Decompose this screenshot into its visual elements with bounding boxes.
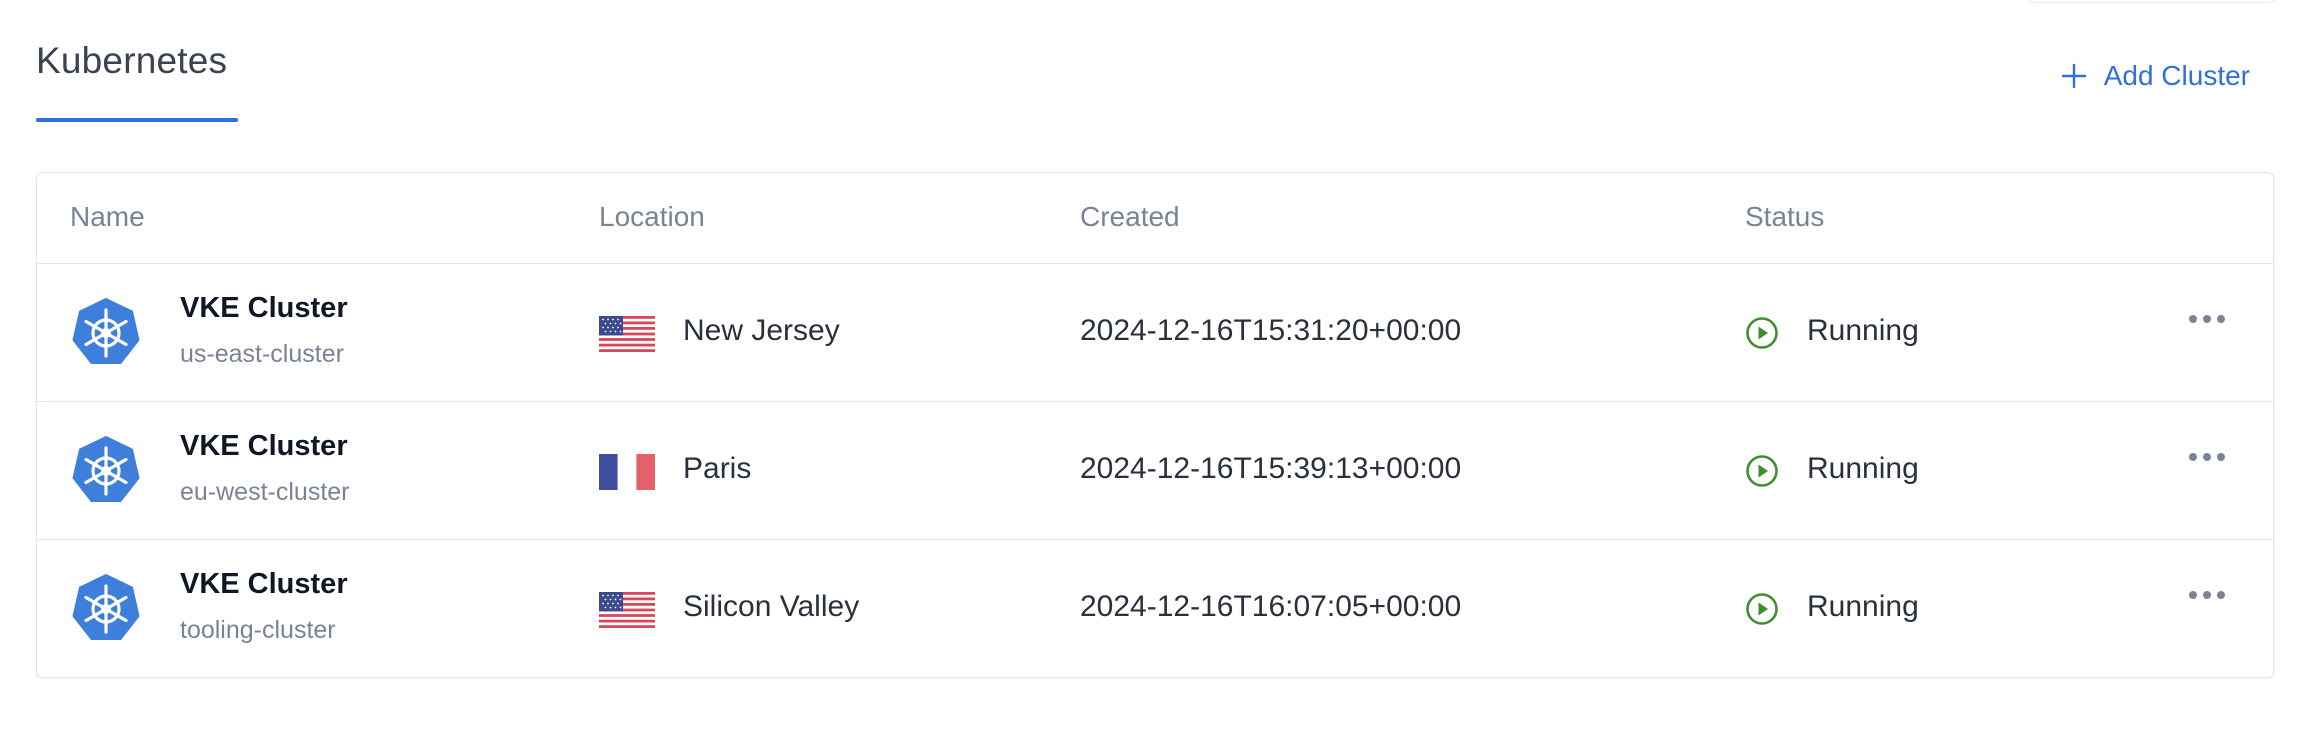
- table-header: Name Location Created Status: [37, 173, 2273, 264]
- table-row[interactable]: VKE Cluster tooling-cluster Silicon Vall…: [37, 540, 2273, 677]
- status-text: Running: [1807, 590, 1919, 623]
- play-circle-icon: [1746, 593, 1778, 625]
- tab-kubernetes[interactable]: Kubernetes: [36, 40, 238, 122]
- column-header-status[interactable]: Status: [1745, 201, 1824, 233]
- location-name: New Jersey: [683, 314, 840, 347]
- ellipsis-dot: [2203, 591, 2211, 599]
- ellipsis-icon: [2189, 315, 2197, 323]
- add-cluster-label: Add Cluster: [2103, 60, 2250, 91]
- row-actions-button[interactable]: [2177, 304, 2237, 334]
- status-text: Running: [1807, 314, 1919, 347]
- created-timestamp: 2024-12-16T15:31:20+00:00: [1080, 314, 1462, 347]
- location-name: Paris: [683, 452, 752, 485]
- add-cluster-button[interactable]: Add Cluster: [2060, 60, 2250, 92]
- us-flag-icon: [599, 316, 655, 352]
- plus-icon: [2061, 63, 2086, 89]
- column-header-location[interactable]: Location: [599, 201, 705, 233]
- cluster-title: VKE Cluster: [180, 292, 348, 324]
- cluster-label: tooling-cluster: [180, 616, 336, 644]
- ellipsis-icon: [2189, 453, 2197, 461]
- cluster-label: us-east-cluster: [180, 340, 344, 368]
- play-circle-icon: [1746, 455, 1778, 487]
- location-name: Silicon Valley: [683, 590, 860, 623]
- column-header-created[interactable]: Created: [1080, 201, 1180, 233]
- play-circle-icon: [1746, 317, 1778, 349]
- page-title: Kubernetes: [36, 40, 228, 81]
- table-row[interactable]: VKE Cluster eu-west-cluster Paris 2024-1…: [37, 402, 2273, 540]
- kubernetes-icon: [72, 298, 140, 364]
- cluster-title: VKE Cluster: [180, 568, 348, 600]
- status-text: Running: [1807, 452, 1919, 485]
- clusters-table: Name Location Created Status VKE Cluster…: [36, 172, 2274, 678]
- row-actions-button[interactable]: [2177, 442, 2237, 472]
- us-flag-icon: [599, 592, 655, 628]
- ellipsis-dot: [2203, 315, 2211, 323]
- table-row[interactable]: VKE Cluster us-east-cluster New Jersey 2…: [37, 264, 2273, 402]
- created-timestamp: 2024-12-16T16:07:05+00:00: [1080, 590, 1462, 623]
- active-tab-underline: [36, 118, 238, 122]
- column-header-name[interactable]: Name: [70, 201, 145, 233]
- kubernetes-icon: [72, 436, 140, 502]
- cluster-label: eu-west-cluster: [180, 478, 350, 506]
- ellipsis-dot: [2203, 453, 2211, 461]
- ellipsis-dot: [2217, 591, 2225, 599]
- top-panel-edge: [2026, 0, 2278, 3]
- cluster-title: VKE Cluster: [180, 430, 348, 462]
- created-timestamp: 2024-12-16T15:39:13+00:00: [1080, 452, 1462, 485]
- kubernetes-icon: [72, 574, 140, 640]
- ellipsis-dot: [2217, 453, 2225, 461]
- ellipsis-icon: [2189, 591, 2197, 599]
- row-actions-button[interactable]: [2177, 580, 2237, 610]
- france-flag-icon: [599, 454, 655, 490]
- kubernetes-page: Kubernetes Add Cluster Name Location Cre…: [0, 0, 2310, 734]
- ellipsis-dot: [2217, 315, 2225, 323]
